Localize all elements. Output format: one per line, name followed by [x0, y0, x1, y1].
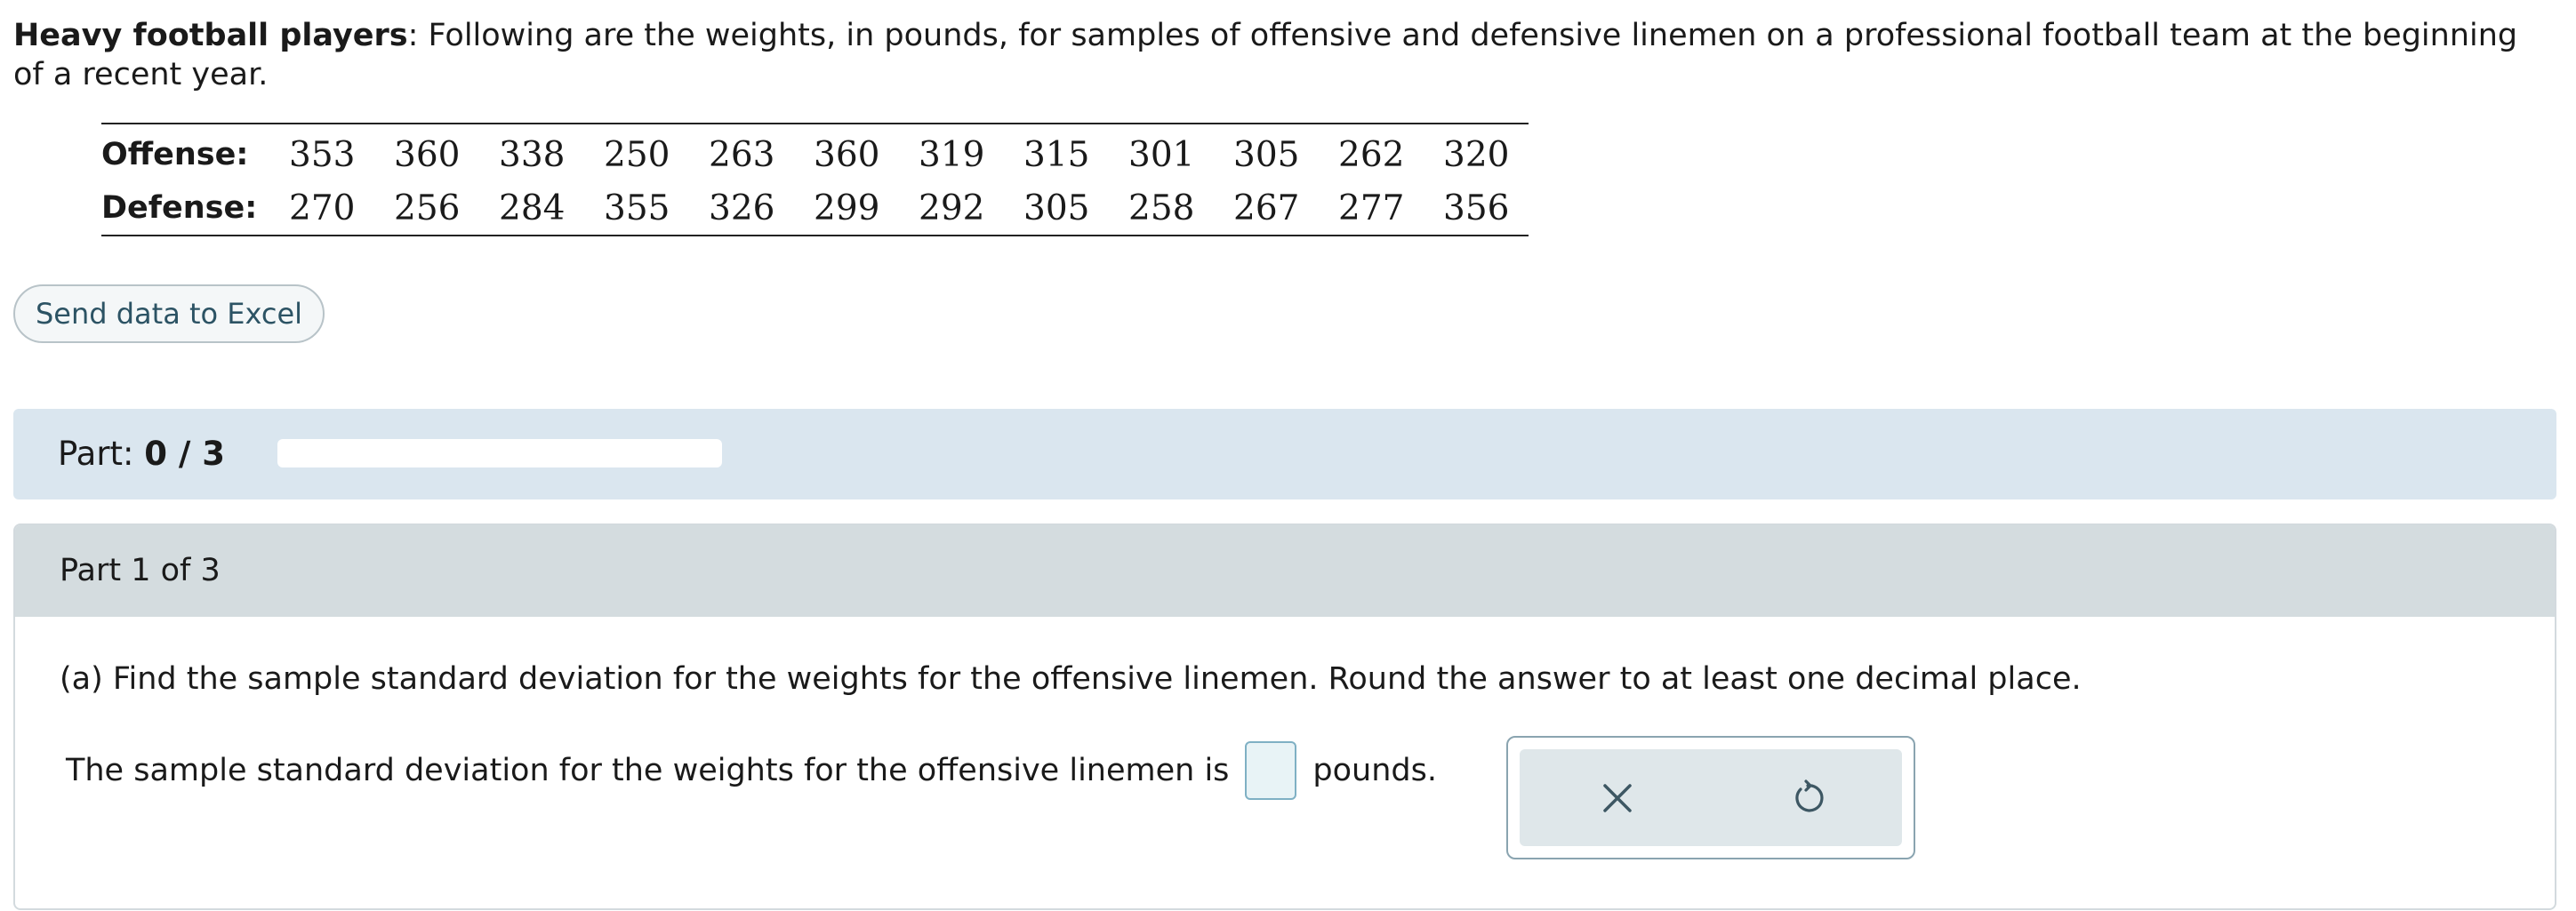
progress-label-text: Part:	[58, 435, 145, 473]
table-cell: 326	[709, 188, 775, 228]
data-table-row: Defense: 270 256 284 355 326 299 292 305 258 267 27…	[101, 181, 1529, 236]
row-label: Offense:	[101, 137, 249, 172]
row-label: Defense:	[101, 190, 258, 226]
question-text: (a) Find the sample standard deviation f…	[60, 661, 2082, 697]
answer-tools-panel	[1506, 736, 1915, 859]
table-cell: 356	[1443, 188, 1510, 228]
table-cell: 292	[919, 188, 985, 228]
answer-input[interactable]	[1245, 741, 1297, 800]
undo-button[interactable]	[1777, 767, 1839, 829]
progress-label: Part: 0 / 3	[58, 433, 225, 475]
close-icon	[1603, 784, 1632, 812]
table-cell: 360	[394, 134, 461, 175]
part-card: Part 1 of 3 (a) Find the sample standard…	[13, 523, 2556, 910]
answer-row: The sample standard deviation for the we…	[66, 741, 1437, 800]
table-cell: 284	[499, 188, 566, 228]
table-cell: 301	[1128, 134, 1195, 175]
data-table-row: Offense: 353 360 338 250 263 360 319 315 301 305 26…	[101, 124, 1529, 181]
table-cell: 262	[1338, 134, 1405, 175]
progress-track	[277, 439, 722, 467]
data-table: Offense: 353 360 338 250 263 360 319 315 301 305 26…	[101, 123, 1529, 236]
table-cell: 299	[814, 188, 880, 228]
table-cell: 277	[1338, 188, 1405, 228]
undo-icon	[1795, 779, 1824, 812]
table-cell: 319	[919, 134, 985, 175]
answer-prefix: The sample standard deviation for the we…	[66, 753, 1230, 788]
part-header: Part 1 of 3	[15, 525, 2555, 617]
answer-tools-inner	[1520, 749, 1902, 846]
clear-button[interactable]	[1586, 767, 1649, 829]
table-cell: 305	[1023, 188, 1090, 228]
send-to-excel-button[interactable]: Send data to Excel	[13, 284, 325, 343]
table-cell: 263	[709, 134, 775, 175]
problem-title: Heavy football players	[13, 18, 408, 53]
table-cell: 315	[1023, 134, 1090, 175]
table-cell: 355	[604, 188, 670, 228]
table-cell: 270	[289, 188, 356, 228]
table-cell: 353	[289, 134, 356, 175]
table-cell: 258	[1128, 188, 1195, 228]
table-cell: 250	[604, 134, 670, 175]
table-cell: 338	[499, 134, 566, 175]
answer-suffix: pounds.	[1312, 753, 1437, 788]
table-cell: 256	[394, 188, 461, 228]
table-cell: 267	[1233, 188, 1300, 228]
problem-intro: Heavy football players: Following are th…	[13, 16, 2556, 94]
table-cell: 305	[1233, 134, 1300, 175]
part-title: Part 1 of 3	[60, 553, 221, 588]
progress-value: 0 / 3	[144, 435, 226, 473]
table-cell: 320	[1443, 134, 1510, 175]
table-cell: 360	[814, 134, 880, 175]
progress-section: Part: 0 / 3	[13, 409, 2556, 499]
